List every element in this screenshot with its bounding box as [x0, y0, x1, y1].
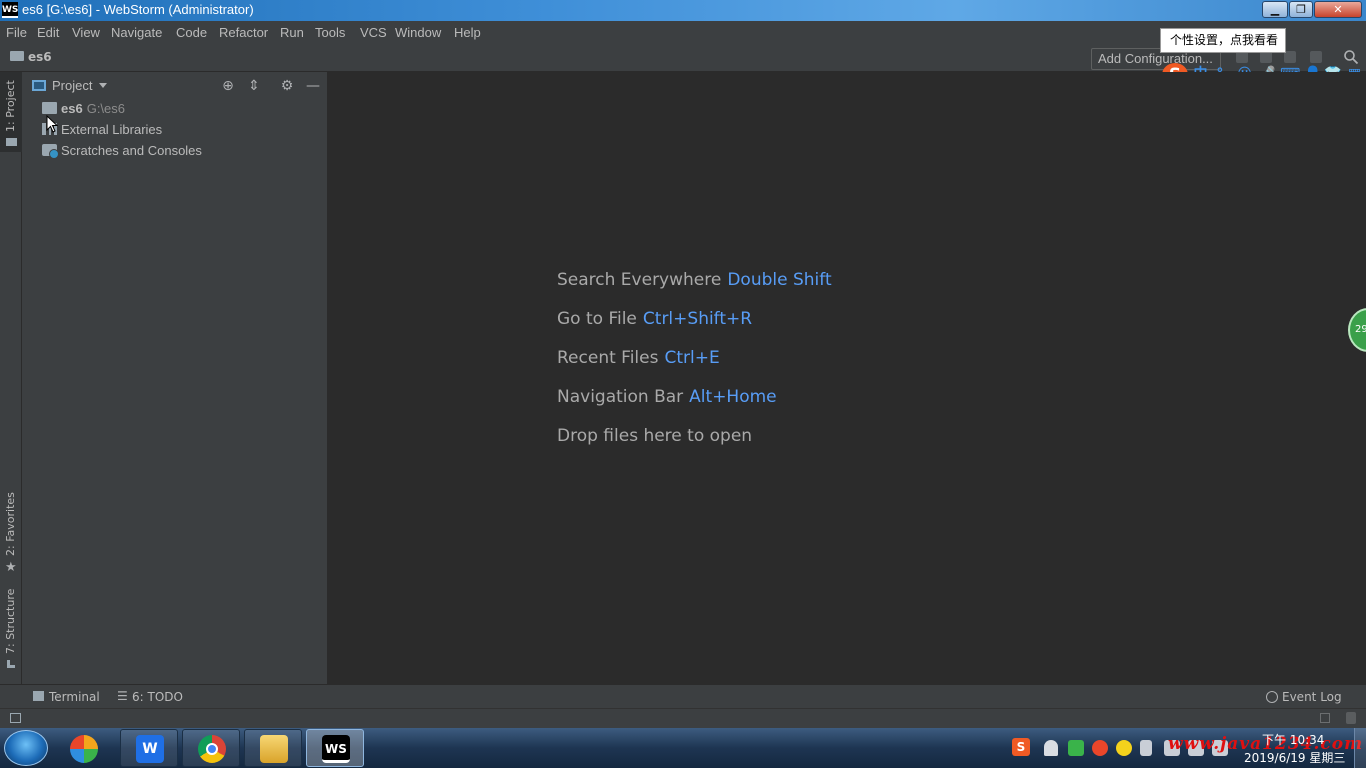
hide-panel-icon[interactable]: —: [305, 78, 321, 94]
maximize-button[interactable]: ❐: [1289, 1, 1313, 18]
clock-time[interactable]: 下午 10:34: [1262, 731, 1324, 748]
mouse-cursor-icon: [46, 115, 58, 133]
hint-drop-files: Drop files here to open: [557, 426, 753, 446]
tab-terminal[interactable]: Terminal: [49, 690, 100, 704]
security-shield-icon[interactable]: [1068, 740, 1084, 756]
hint-search-everywhere: Search Everywhere Double Shift: [557, 270, 832, 290]
tab-favorites[interactable]: 2: Favorites ★: [0, 492, 22, 577]
lock-icon[interactable]: [1320, 713, 1330, 723]
antivirus-icon[interactable]: [1092, 740, 1108, 756]
terminal-icon: [33, 691, 44, 701]
tree-item-es6[interactable]: es6 G:\es6: [22, 98, 328, 119]
plus-tray-icon[interactable]: [1116, 740, 1132, 756]
stop-icon[interactable]: [1310, 51, 1322, 63]
left-tool-stripe: 1: Project 2: Favorites ★ 7: Structure: [0, 72, 22, 684]
menu-window[interactable]: Window: [395, 25, 441, 40]
tab-project-label: 1: Project: [4, 80, 17, 132]
menu-file[interactable]: File: [6, 25, 27, 40]
webstorm-app-icon[interactable]: WS: [2, 2, 18, 18]
gear-icon[interactable]: ⚙: [279, 78, 295, 94]
window-title-bar: WS es6 [G:\es6] - WebStorm (Administrato…: [0, 0, 1366, 21]
window-title: es6 [G:\es6] - WebStorm (Administrator): [22, 2, 254, 17]
project-tool-window: Project ⊕ ⇕ ⚙ — es6 G:\es6 External Libra…: [22, 72, 328, 684]
menu-code[interactable]: Code: [176, 25, 207, 40]
notification-bell-icon[interactable]: [1044, 740, 1058, 756]
menu-vcs[interactable]: VCS: [360, 25, 387, 40]
tree-item-path: G:\es6: [86, 101, 125, 116]
tree-item-scratches[interactable]: Scratches and Consoles: [22, 140, 328, 161]
collapse-all-icon[interactable]: ⇕: [246, 78, 262, 94]
tree-item-name: External Libraries: [61, 122, 163, 137]
usb-icon[interactable]: [1140, 740, 1152, 756]
tab-event-log[interactable]: Event Log: [1282, 690, 1342, 704]
chrome-icon[interactable]: [182, 729, 240, 767]
chevron-down-icon[interactable]: [99, 83, 107, 88]
menu-view[interactable]: View: [72, 25, 100, 40]
tree-item-external-libraries[interactable]: External Libraries: [22, 119, 328, 140]
tab-structure-label: 7: Structure: [4, 588, 17, 654]
project-view-icon: [32, 80, 46, 91]
structure-icon: [7, 660, 15, 668]
menu-refactor[interactable]: Refactor: [219, 25, 268, 40]
start-button[interactable]: [4, 730, 48, 766]
bottom-tool-stripe: Terminal ☰ 6: TODO Event Log: [0, 684, 1366, 708]
todo-list-icon: ☰: [117, 689, 128, 703]
tab-structure[interactable]: 7: Structure: [0, 588, 22, 672]
status-bar: [0, 708, 1366, 728]
memory-indicator-icon[interactable]: [1346, 712, 1356, 724]
tab-project[interactable]: 1: Project: [0, 72, 22, 152]
clock-date[interactable]: 2019/6/19 星期三: [1244, 749, 1345, 766]
menu-edit[interactable]: Edit: [37, 25, 59, 40]
wps-icon[interactable]: W: [120, 729, 178, 767]
tree-item-name: Scratches and Consoles: [61, 143, 202, 158]
windows-taskbar: W WS S www.java1234.com 下午 10:34 2019/6/…: [0, 728, 1366, 768]
editor-area[interactable]: Search Everywhere Double Shift Go to File…: [329, 72, 1366, 684]
tab-todo[interactable]: 6: TODO: [132, 690, 183, 704]
hint-navigation-bar: Navigation Bar Alt+Home: [557, 387, 777, 407]
hint-go-to-file: Go to File Ctrl+Shift+R: [557, 309, 753, 329]
hint-recent-files: Recent Files Ctrl+E: [557, 348, 720, 368]
menu-help[interactable]: Help: [454, 25, 481, 40]
project-view-selector[interactable]: Project: [52, 78, 92, 93]
file-explorer-icon[interactable]: [244, 729, 302, 767]
sogou-tray-icon[interactable]: S: [1012, 738, 1030, 756]
menu-tools[interactable]: Tools: [315, 25, 345, 40]
folder-icon: [10, 51, 24, 61]
menu-navigate[interactable]: Navigate: [111, 25, 162, 40]
show-desktop-button[interactable]: [1354, 728, 1366, 768]
360-icon[interactable]: [62, 729, 108, 767]
folder-icon: [42, 102, 57, 114]
webstorm-icon[interactable]: WS: [306, 729, 364, 767]
project-panel-header: Project ⊕ ⇕ ⚙ —: [22, 72, 328, 99]
tool-windows-toggle-icon[interactable]: [10, 713, 21, 723]
minimize-button[interactable]: ▁: [1262, 1, 1288, 18]
tab-favorites-label: 2: Favorites: [4, 492, 17, 556]
breadcrumb-project[interactable]: es6: [28, 50, 52, 64]
locate-target-icon[interactable]: ⊕: [220, 78, 236, 94]
scratches-icon: [42, 144, 59, 159]
close-button[interactable]: ✕: [1314, 1, 1362, 18]
ime-tooltip: 个性设置，点我看看: [1160, 28, 1286, 53]
menu-run[interactable]: Run: [280, 25, 304, 40]
folder-icon: [6, 138, 17, 146]
tree-item-name: es6: [61, 101, 83, 116]
star-icon: ★: [5, 560, 17, 575]
event-log-icon: [1266, 691, 1278, 703]
